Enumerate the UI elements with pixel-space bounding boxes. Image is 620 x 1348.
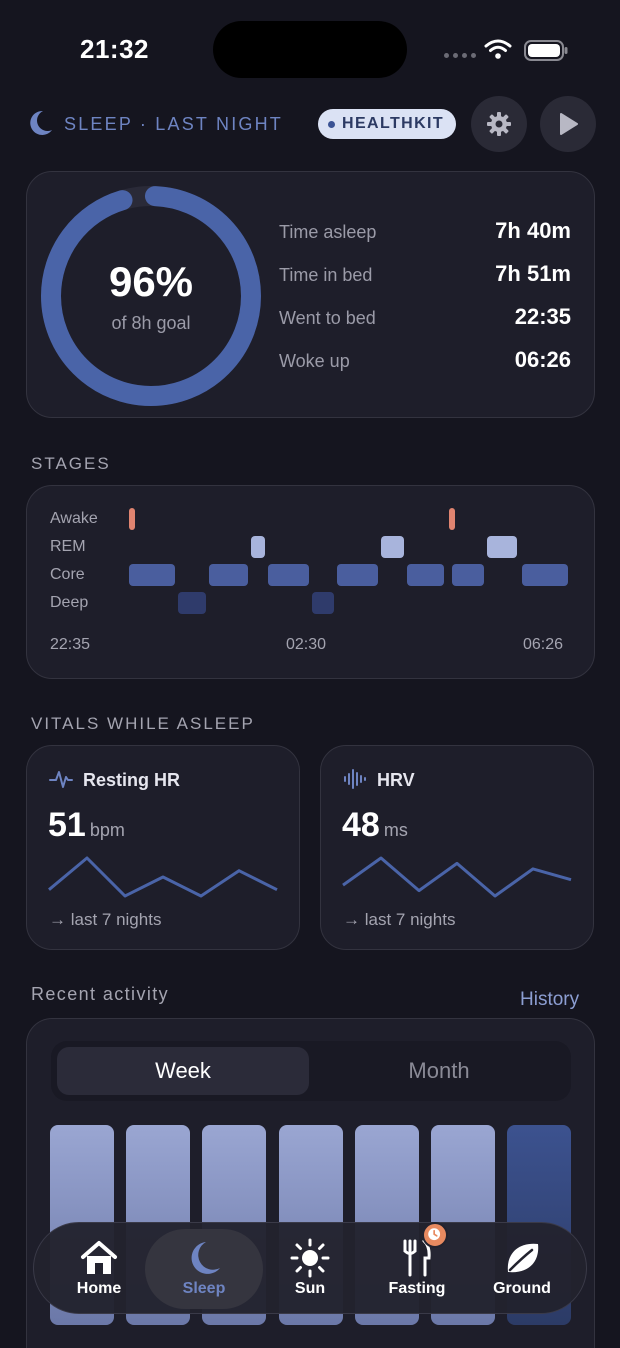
stat-value: 7h 40m bbox=[495, 218, 571, 243]
tab-sleep[interactable]: Sleep bbox=[145, 1229, 263, 1309]
stage-segment-deep bbox=[177, 592, 206, 614]
leaf-icon bbox=[507, 1243, 539, 1273]
vitals-heading: VITALS WHILE ASLEEP bbox=[31, 714, 255, 733]
heartbeat-icon bbox=[49, 771, 73, 788]
settings-button[interactable] bbox=[471, 96, 527, 152]
tab-label: Sleep bbox=[182, 1280, 226, 1297]
vital-footer: → last 7 nights bbox=[49, 910, 162, 929]
tab-label: Fasting bbox=[388, 1280, 446, 1297]
stage-segment-core bbox=[268, 564, 310, 586]
sun-icon bbox=[290, 1238, 330, 1278]
stat-went-to-bed: Went to bed 22:35 bbox=[279, 304, 571, 330]
stage-segment-rem bbox=[487, 536, 518, 558]
stages-card: Awake REM Core Deep 22:35 02:30 06:26 bbox=[26, 485, 595, 679]
vital-name: HRV bbox=[377, 770, 415, 790]
sleep-summary-card: 96% of 8h goal Time asleep 7h 40m Time i… bbox=[26, 171, 595, 418]
segment-week[interactable]: Week bbox=[57, 1047, 309, 1095]
stage-segment-core bbox=[208, 564, 248, 586]
stat-woke-up: Woke up 06:26 bbox=[279, 347, 571, 373]
waveform-icon bbox=[344, 769, 366, 789]
stat-value: 22:35 bbox=[514, 304, 571, 329]
cellular-signal-icon bbox=[444, 53, 476, 58]
hrv-sparkline bbox=[342, 856, 572, 898]
stage-segment-rem bbox=[250, 536, 266, 558]
tab-sun[interactable]: Sun bbox=[257, 1229, 363, 1309]
stages-heading: STAGES bbox=[31, 454, 111, 473]
stage-label-rem: REM bbox=[50, 538, 86, 555]
stage-time-mid: 02:30 bbox=[286, 636, 327, 653]
stage-segment-awake bbox=[449, 508, 456, 530]
stat-time-asleep: Time asleep 7h 40m bbox=[279, 218, 571, 244]
history-link[interactable]: History bbox=[520, 989, 579, 1011]
stat-label: Woke up bbox=[279, 351, 350, 371]
tab-label: Home bbox=[76, 1280, 122, 1297]
stage-segment-core bbox=[451, 564, 485, 586]
stat-time-in-bed: Time in bed 7h 51m bbox=[279, 261, 571, 287]
hr-sparkline bbox=[48, 856, 278, 898]
period-segmented-control: Week Month bbox=[51, 1041, 571, 1101]
stat-label: Time in bed bbox=[279, 265, 373, 285]
play-button[interactable] bbox=[540, 96, 596, 152]
healthkit-label: HEALTHKIT bbox=[342, 115, 445, 132]
dynamic-island bbox=[213, 21, 407, 78]
battery-icon bbox=[524, 40, 568, 61]
vital-footer: → last 7 nights bbox=[343, 910, 456, 929]
stage-label-deep: Deep bbox=[50, 594, 89, 611]
clock-badge-icon bbox=[422, 1222, 448, 1248]
goal-percent: 96% bbox=[108, 258, 194, 305]
vital-value: 48 ms bbox=[342, 806, 408, 844]
tab-home[interactable]: Home bbox=[46, 1229, 152, 1309]
hrv-card[interactable]: HRV 48 ms → last 7 nights bbox=[320, 745, 594, 950]
status-dot bbox=[328, 120, 335, 128]
stat-value: 06:26 bbox=[514, 347, 571, 372]
stage-segment-rem bbox=[380, 536, 405, 558]
status-time: 21:32 bbox=[80, 34, 149, 64]
stage-label-awake: Awake bbox=[50, 510, 98, 527]
stage-label-core: Core bbox=[50, 566, 85, 583]
stage-segment-core bbox=[129, 564, 175, 586]
stage-segment-deep bbox=[312, 592, 334, 614]
moon-icon bbox=[191, 1242, 220, 1274]
stage-time-start: 22:35 bbox=[50, 636, 91, 653]
tab-ground[interactable]: Ground bbox=[469, 1229, 575, 1309]
segment-month[interactable]: Month bbox=[313, 1047, 565, 1095]
play-icon bbox=[560, 113, 578, 135]
moon-icon bbox=[30, 110, 52, 135]
resting-hr-card[interactable]: Resting HR 51 bpm → last 7 nights bbox=[26, 745, 300, 950]
vital-value: 51 bpm bbox=[48, 806, 125, 844]
tab-fasting[interactable]: Fasting bbox=[364, 1229, 470, 1309]
stat-value: 7h 51m bbox=[495, 261, 571, 286]
goal-caption: of 8h goal bbox=[111, 313, 191, 333]
tab-label: Sun bbox=[294, 1280, 326, 1297]
vital-name: Resting HR bbox=[83, 770, 181, 790]
wifi-icon bbox=[484, 39, 512, 59]
stage-time-end: 06:26 bbox=[523, 636, 564, 653]
healthkit-badge: HEALTHKIT bbox=[318, 109, 457, 139]
stat-label: Went to bed bbox=[279, 308, 376, 328]
stage-segment-core bbox=[336, 564, 378, 586]
stat-label: Time asleep bbox=[279, 222, 377, 242]
stage-segment-awake bbox=[129, 508, 135, 530]
gear-icon bbox=[487, 112, 511, 136]
tab-label: Ground bbox=[493, 1280, 551, 1297]
recent-activity-heading: Recent activity bbox=[31, 984, 170, 1004]
page-title: SLEEP · LAST NIGHT bbox=[64, 114, 283, 134]
stage-segment-core bbox=[407, 564, 445, 586]
house-icon bbox=[81, 1241, 117, 1274]
tab-bar: Home Sleep Sun Fasting Ground bbox=[33, 1222, 587, 1314]
stage-segment-core bbox=[522, 564, 568, 586]
